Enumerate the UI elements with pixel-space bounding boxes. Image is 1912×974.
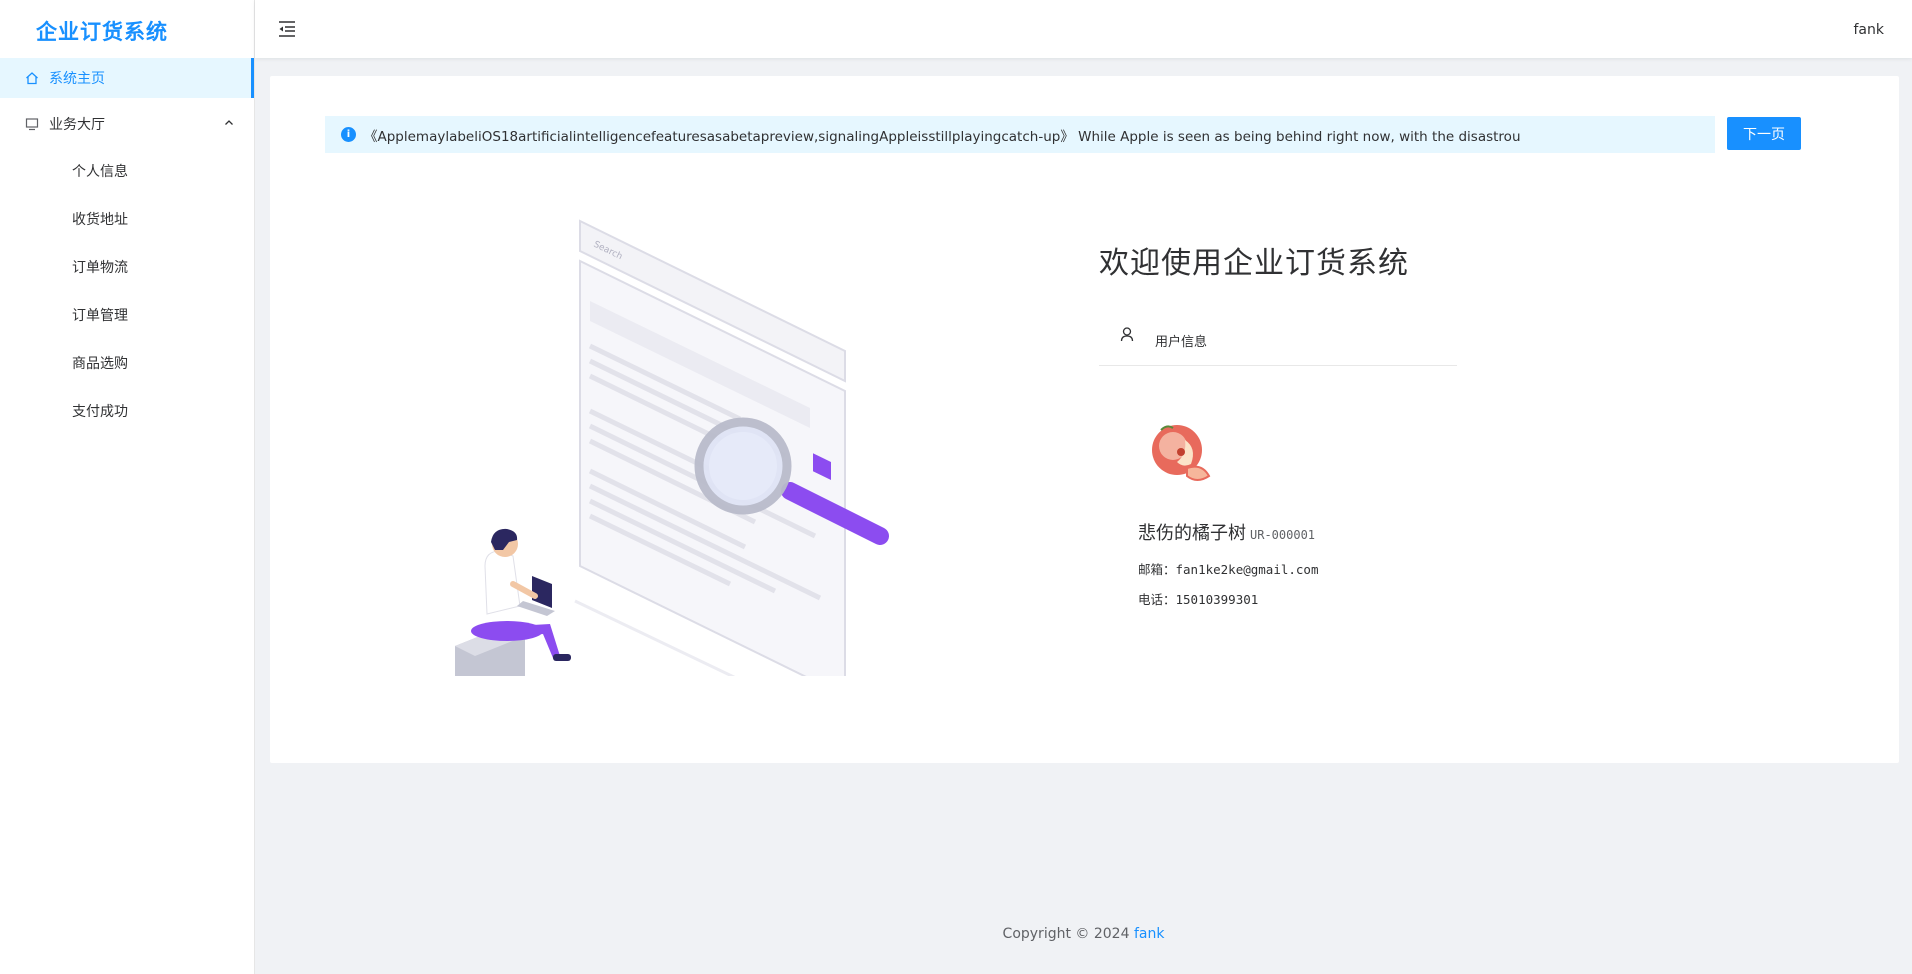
footer-copyright: Copyright © 2024 <box>1002 926 1130 942</box>
user-id: UR-000001 <box>1250 528 1316 542</box>
sidebar-item-payment-success[interactable]: 支付成功 <box>0 388 254 436</box>
user-icon <box>1120 327 1134 346</box>
sidebar-item-logistics[interactable]: 订单物流 <box>0 244 254 292</box>
user-phone: 电话：15010399301 <box>1138 592 1259 607</box>
app-logo[interactable]: 企业订货系统 <box>0 0 254 58</box>
sidebar-item-profile[interactable]: 个人信息 <box>0 148 254 196</box>
sidebar-item-shopping[interactable]: 商品选购 <box>0 340 254 388</box>
sidebar-item-label: 系统主页 <box>49 71 105 87</box>
info-icon: i <box>341 127 356 142</box>
sidebar-item-address[interactable]: 收货地址 <box>0 196 254 244</box>
sidebar: 企业订货系统 系统主页 业务大厅 个人信息 收货地址 订单物流 订单管理 商品选… <box>0 0 255 974</box>
chevron-up-icon <box>224 119 234 130</box>
user-display-name: 悲伤的橘子树 UR-000001 <box>1138 519 1315 545</box>
sidebar-group-business[interactable]: 业务大厅 <box>0 100 254 148</box>
top-bar: fank <box>255 0 1912 58</box>
home-icon <box>24 70 40 86</box>
user-name[interactable]: fank <box>1854 22 1885 38</box>
notice-text: 《ApplemaylabeliOS18artificialintelligenc… <box>364 128 1521 145</box>
monitor-icon <box>24 116 40 132</box>
tab-user-info-label: 用户信息 <box>1155 335 1208 350</box>
sidebar-item-home[interactable]: 系统主页 <box>0 58 254 98</box>
menu-fold-icon[interactable] <box>277 20 297 38</box>
main-card: i 《ApplemaylabeliOS18artificialintellige… <box>270 76 1899 763</box>
user-name-text: 悲伤的橘子树 <box>1138 523 1246 544</box>
next-page-button[interactable]: 下一页 <box>1727 117 1801 150</box>
avatar <box>1152 425 1211 481</box>
notice-bar: i 《ApplemaylabeliOS18artificialintellige… <box>325 116 1715 153</box>
footer: Copyright © 2024 fank <box>255 926 1912 942</box>
welcome-title: 欢迎使用企业订货系统 <box>1099 246 1409 281</box>
user-email: 邮箱：fan1ke2ke@gmail.com <box>1138 562 1319 577</box>
footer-author-link[interactable]: fank <box>1134 926 1165 942</box>
search-illustration: Search <box>455 219 889 676</box>
tab-user-info[interactable]: 用户信息 <box>1099 309 1457 366</box>
sidebar-item-orders[interactable]: 订单管理 <box>0 292 254 340</box>
sidebar-group-label: 业务大厅 <box>49 117 105 133</box>
